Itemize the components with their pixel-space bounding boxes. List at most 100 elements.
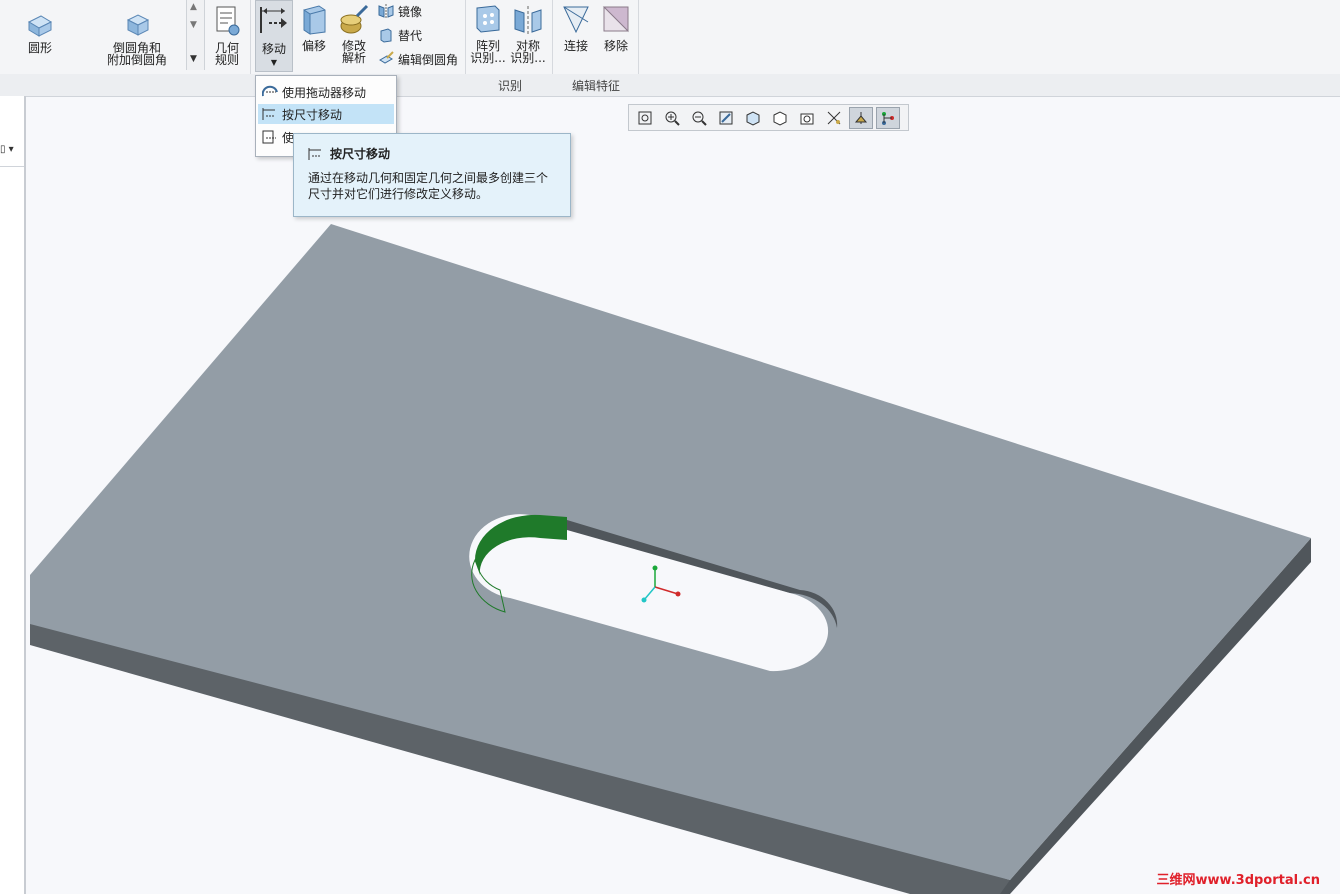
tooltip-body-line-2: 尺寸并对它们进行修改定义移动。 [308, 187, 489, 201]
tooltip-body-line-1: 通过在移动几何和固定几何之间最多创建三个 [308, 171, 549, 185]
watermark: 三维网www.3dportal.cn [1156, 873, 1320, 888]
attach-icon [563, 6, 589, 34]
modify-analytic-label-2: 解析 [341, 51, 366, 65]
tooltip-title-text: 按尺寸移动 [330, 147, 391, 161]
repaint-button[interactable] [714, 107, 738, 129]
constraint-move-icon [262, 130, 276, 144]
remove-icon [602, 6, 629, 33]
modify-analytic-icon [340, 4, 369, 34]
csys-display-icon [882, 111, 894, 125]
edit-round-button[interactable]: 编辑倒圆角 [378, 49, 458, 69]
substitute-label: 替代 [398, 28, 423, 43]
substitute-button[interactable]: 替代 [378, 25, 422, 45]
ribbon-group-bar: 识别 编辑特征 [0, 74, 1340, 97]
selected-round-surface[interactable] [474, 514, 567, 575]
geometry-rule-label-2: 规则 [214, 53, 239, 67]
display-style-icon [746, 110, 760, 126]
move-label: 移动 [261, 42, 286, 56]
graphics-viewport[interactable] [0, 0, 1340, 894]
ribbon: 圆形 倒圆角和 附加倒圆角 ▲ ▼ ▼ 几何 规则 移动 ▼ 偏移 修改 解析 … [0, 0, 1340, 96]
geometry-rule-icon [216, 6, 240, 36]
pattern-recognition-icon [476, 5, 500, 33]
pattern-recognition-button[interactable]: 阵列 识别... [470, 4, 506, 64]
group-label-edit-feature: 编辑特征 [572, 79, 621, 93]
tooltip-body: 通过在移动几何和固定几何之间最多创建三个 尺寸并对它们进行修改定义移动。 [308, 170, 558, 202]
symmetry-recognition-icon [514, 6, 542, 34]
symmetry-recognition-button[interactable]: 对称 识别... [510, 4, 546, 64]
scroll-down-icon[interactable]: ▼ [190, 20, 197, 30]
symmetry-recognition-label-2: 识别... [510, 51, 546, 65]
display-style-button[interactable] [741, 107, 765, 129]
panel-divider [0, 166, 24, 167]
mirror-icon [378, 4, 394, 18]
round-button[interactable]: 圆形 [22, 10, 58, 54]
plate-top-face [30, 224, 1311, 880]
pattern-recognition-label-2: 识别... [470, 51, 506, 65]
dragger-move-icon [262, 85, 278, 97]
remove-label: 移除 [603, 39, 628, 53]
round-extended-label-2: 附加倒圆角 [106, 53, 167, 67]
triad-z-tip [641, 597, 647, 603]
datum-display-button[interactable] [822, 107, 846, 129]
tooltip-title: 按尺寸移动 [308, 145, 390, 162]
mirror-label: 镜像 [398, 4, 423, 19]
scroll-up-icon[interactable]: ▲ [190, 2, 197, 12]
dimension-move-icon [308, 147, 321, 160]
round-icon [27, 15, 53, 37]
round-extended-icon [126, 14, 150, 36]
plate-side-face [1000, 538, 1311, 894]
triad-y-tip [652, 565, 658, 571]
zoom-out-button[interactable] [687, 107, 711, 129]
edit-round-icon [379, 51, 394, 64]
triad-x-tip [675, 591, 681, 597]
triad-z-axis [643, 586, 656, 601]
spin-center-icon [854, 111, 868, 124]
refit-icon [638, 111, 652, 124]
csys-display-button[interactable] [876, 106, 900, 129]
round-extended-button[interactable]: 倒圆角和 附加倒圆角 [104, 10, 170, 66]
plate-front-face [30, 575, 1010, 894]
attach-label: 连接 [563, 39, 588, 53]
offset-icon [303, 5, 326, 35]
group-label-recognition: 识别 [498, 79, 523, 93]
selected-edge-outline [471, 558, 506, 613]
dimension-move-icon [262, 108, 275, 120]
round-label: 圆形 [27, 41, 52, 55]
datum-display-icon [827, 111, 841, 124]
model-tree-panel[interactable]: ▯ ▾ [0, 96, 26, 894]
slot-hole [469, 514, 829, 672]
move-button[interactable]: 移动 ▼ [255, 0, 293, 72]
remove-button[interactable]: 移除 [598, 4, 634, 52]
view-toolbar [628, 104, 909, 131]
offset-label: 偏移 [301, 39, 326, 53]
mirror-button[interactable]: 镜像 [378, 1, 422, 21]
modify-analytic-button[interactable]: 修改 解析 [336, 4, 372, 64]
zoom-out-icon [692, 111, 707, 126]
menu-item-label: 使用拖动器移动 [282, 85, 367, 100]
gallery-expand-icon[interactable]: ▼ [190, 54, 197, 64]
geometry-rule-button[interactable]: 几何 规则 [210, 4, 244, 66]
edit-round-label: 编辑倒圆角 [398, 52, 459, 67]
gallery-scroll[interactable]: ▲ ▼ ▼ [186, 0, 205, 70]
view-manager-button[interactable] [795, 107, 819, 129]
menu-item-move-with-dragger[interactable]: 使用拖动器移动 [258, 82, 394, 102]
menu-item-label: 按尺寸移动 [282, 107, 343, 122]
offset-button[interactable]: 偏移 [297, 4, 331, 52]
zoom-in-button[interactable] [660, 107, 684, 129]
move-icon [260, 7, 287, 33]
menu-item-move-by-dimension[interactable]: 按尺寸移动 [258, 104, 394, 124]
attach-button[interactable]: 连接 [558, 4, 594, 52]
saved-views-button[interactable] [768, 107, 792, 129]
repaint-icon [719, 111, 733, 124]
slot-inner-wall [567, 520, 838, 628]
view-manager-icon [800, 113, 814, 124]
command-tooltip: 按尺寸移动 通过在移动几何和固定几何之间最多创建三个 尺寸并对它们进行修改定义移… [293, 133, 571, 217]
refit-button[interactable] [633, 107, 657, 129]
triad-x-axis [654, 586, 679, 595]
tree-settings-icon[interactable]: ▯ ▾ [0, 144, 14, 155]
spin-center-button[interactable] [849, 106, 873, 129]
zoom-in-icon [665, 111, 680, 126]
substitute-icon [380, 28, 392, 43]
saved-views-icon [773, 110, 787, 126]
move-dropdown-arrow-icon[interactable]: ▼ [256, 57, 292, 69]
